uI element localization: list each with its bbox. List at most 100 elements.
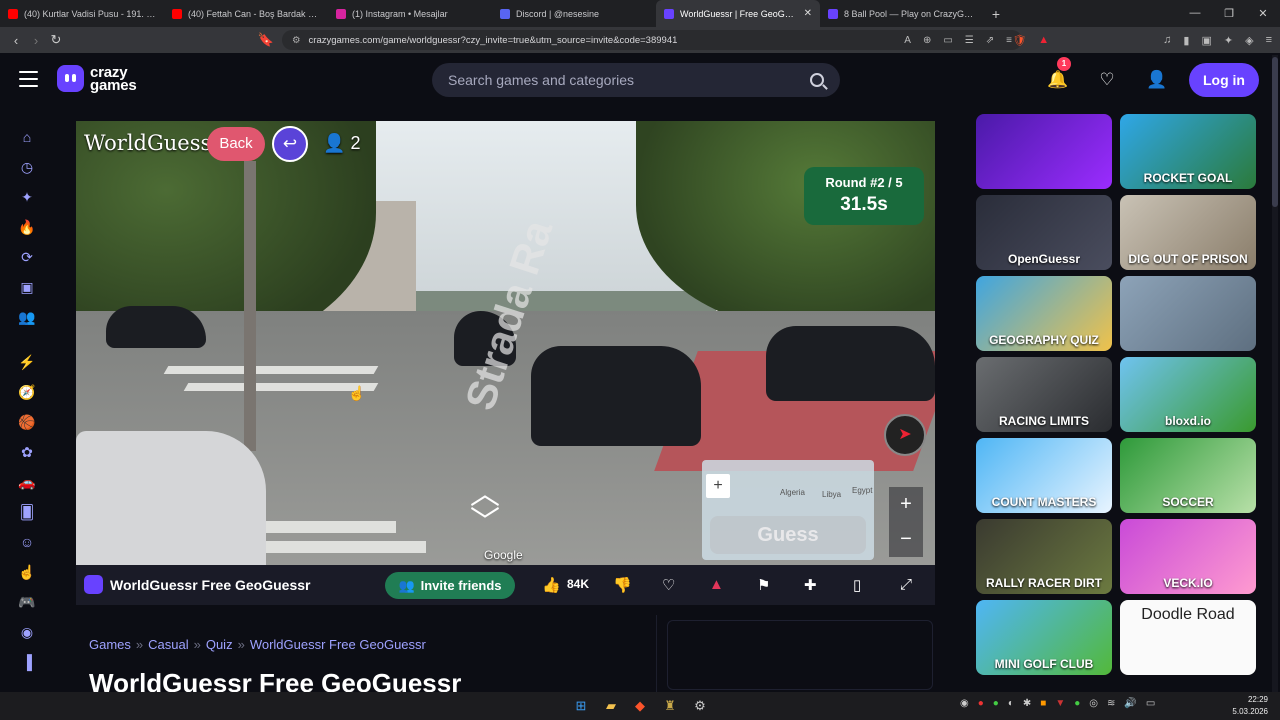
browser-tab[interactable]: 8 Ball Pool — Play on CrazyGames: [820, 0, 984, 27]
basketball-icon[interactable]: 🏀: [18, 413, 36, 431]
crazygames-logo[interactable]: crazy games: [57, 65, 137, 93]
scrollbar-thumb[interactable]: [1272, 57, 1278, 207]
back-arrow-icon[interactable]: ‹: [6, 33, 26, 48]
brave-browser-icon[interactable]: ◆: [631, 697, 649, 715]
back-button[interactable]: Back: [207, 127, 265, 161]
leo-icon[interactable]: ✦: [1224, 34, 1233, 47]
battery-icon[interactable]: ▭: [1146, 698, 1155, 709]
originals-icon[interactable]: ▣: [18, 278, 36, 296]
scrollbar[interactable]: [1272, 55, 1278, 692]
recent-icon[interactable]: ◷: [18, 158, 36, 176]
clicker-icon[interactable]: ☝: [18, 563, 36, 581]
embed-icon[interactable]: ✚: [804, 576, 817, 594]
report-icon[interactable]: ⚑: [757, 576, 770, 594]
tray-icon[interactable]: ◎: [1089, 698, 1098, 709]
game-thumbnail[interactable]: DIG OUT OF PRISON: [1120, 195, 1256, 270]
system-clock[interactable]: 22:29 5.03.2026: [1232, 694, 1268, 718]
close-tab-icon[interactable]: ✕: [804, 8, 812, 19]
new-tab-icon[interactable]: +: [984, 6, 1008, 22]
tray-icon[interactable]: ●: [993, 698, 999, 709]
browser-tab[interactable]: (1) Instagram • Mesajlar: [328, 0, 492, 27]
game-thumbnail[interactable]: RALLY RACER DIRT: [976, 519, 1112, 594]
game-thumbnail[interactable]: ROCKET GOAL: [1120, 114, 1256, 189]
wifi-icon[interactable]: ≋: [1107, 698, 1115, 709]
menu-icon[interactable]: ≡: [1266, 34, 1272, 46]
car-icon[interactable]: 🚗: [18, 473, 36, 491]
reload-icon[interactable]: ↻: [46, 32, 66, 48]
heart-icon[interactable]: ♡: [662, 576, 675, 594]
game-thumbnail[interactable]: Doodle Road: [1120, 600, 1256, 675]
reader-icon[interactable]: ☰: [965, 35, 974, 46]
updated-icon[interactable]: ⟳: [18, 248, 36, 266]
zoom-in-icon[interactable]: +: [889, 487, 923, 522]
casual-icon[interactable]: ☺: [18, 533, 36, 551]
friends-icon[interactable]: 👤: [1146, 69, 1168, 91]
tray-icon[interactable]: ◐: [1008, 698, 1014, 709]
map-zoom-in-icon[interactable]: +: [706, 474, 730, 498]
navigation-arrows[interactable]: ︿ ﹀: [470, 480, 500, 538]
maximize-icon[interactable]: ❐: [1212, 7, 1246, 20]
game-thumbnail[interactable]: SOCCER: [1120, 438, 1256, 513]
breadcrumb-link[interactable]: WorldGuessr Free GeoGuessr: [250, 637, 426, 652]
return-arrow-icon[interactable]: ↩: [272, 126, 308, 162]
bell-icon[interactable]: 🔔: [1047, 69, 1069, 91]
compass-icon[interactable]: ➤: [884, 414, 926, 456]
driving-icon[interactable]: ◉: [18, 623, 36, 641]
file-explorer-icon[interactable]: ▰: [602, 697, 620, 715]
browser-tab[interactable]: Discord | @nesesine: [492, 0, 656, 27]
game-thumbnail[interactable]: RACING LIMITS: [976, 357, 1112, 432]
adventure-icon[interactable]: 🧭: [18, 383, 36, 401]
game-thumbnail[interactable]: bloxd.io: [1120, 357, 1256, 432]
tray-icon[interactable]: ✱: [1023, 698, 1031, 709]
share-icon[interactable]: ⇗: [986, 35, 994, 46]
game-thumbnail[interactable]: MINI GOLF CLUB: [976, 600, 1112, 675]
heart-icon[interactable]: ♡: [1096, 69, 1118, 91]
url-field[interactable]: ⚙ crazygames.com/game/worldguessr?czy_in…: [282, 30, 1022, 50]
browser-tab-active[interactable]: WorldGuessr | Free GeoGuessr ✕: [656, 0, 820, 27]
app-icon[interactable]: ♜: [661, 697, 679, 715]
crazygames-red-icon[interactable]: ▲: [709, 576, 724, 593]
settings-icon[interactable]: ⚙: [691, 697, 709, 715]
translate-icon[interactable]: A: [904, 35, 911, 46]
rewards-icon[interactable]: ▲: [1038, 34, 1049, 46]
wallet-icon[interactable]: ▣: [1201, 34, 1211, 47]
zoom-out-icon[interactable]: −: [889, 522, 923, 557]
game-thumbnail[interactable]: [976, 114, 1112, 189]
escape-icon[interactable]: ▐: [18, 653, 36, 671]
browser-tab[interactable]: (40) Fettah Can - Boş Bardak - Yo: [164, 0, 328, 27]
breadcrumb-link[interactable]: Casual: [148, 637, 188, 652]
windows-start-icon[interactable]: ⊞: [572, 697, 590, 715]
game-thumbnail[interactable]: OpenGuessr: [976, 195, 1112, 270]
game-thumbnail[interactable]: VECK.IO: [1120, 519, 1256, 594]
forward-arrow-icon[interactable]: ›: [26, 33, 46, 48]
hamburger-menu-icon[interactable]: [19, 71, 38, 92]
tray-icon[interactable]: ▼: [1055, 698, 1065, 709]
game-thumbnail[interactable]: COUNT MASTERS: [976, 438, 1112, 513]
tray-icon[interactable]: ●: [1074, 698, 1080, 709]
game-viewport[interactable]: Strada Ra WorldGuessr Back ↩ 👤 2 Round #…: [76, 121, 935, 565]
brave-shield-icon[interactable]: 🛡: [1012, 34, 1026, 47]
close-window-icon[interactable]: ✕: [1246, 7, 1280, 20]
mobile-icon[interactable]: ▯: [853, 576, 861, 594]
controller-icon[interactable]: 🎮: [18, 593, 36, 611]
vpn-icon[interactable]: ◈: [1245, 34, 1253, 47]
new-icon[interactable]: ✦: [18, 188, 36, 206]
thumbs-up-icon[interactable]: 👍: [542, 576, 561, 594]
media-icon[interactable]: ♫: [1163, 34, 1171, 46]
beauty-icon[interactable]: ✿: [18, 443, 36, 461]
search-input[interactable]: Search games and categories: [432, 63, 840, 97]
browser-tab[interactable]: (40) Kurtlar Vadisi Pusu - 191. Bölüm: [0, 0, 164, 27]
site-info-icon[interactable]: ⚙: [292, 35, 301, 46]
login-button[interactable]: Log in: [1189, 63, 1259, 97]
game-thumbnail[interactable]: GEOGRAPHY QUIZ: [976, 276, 1112, 351]
card-icon[interactable]: 🂠: [18, 503, 36, 521]
guess-button[interactable]: Guess: [710, 516, 866, 554]
volume-icon[interactable]: 🔊: [1124, 698, 1136, 709]
breadcrumb-link[interactable]: Quiz: [206, 637, 233, 652]
fullscreen-icon[interactable]: ⤢: [900, 576, 912, 593]
zoom-icon[interactable]: ⊕: [923, 35, 931, 46]
cast-icon[interactable]: ▭: [943, 35, 952, 46]
search-icon[interactable]: [810, 73, 824, 87]
multiplayer-icon[interactable]: 👥: [18, 308, 36, 326]
tray-icon[interactable]: ◉: [960, 698, 969, 709]
